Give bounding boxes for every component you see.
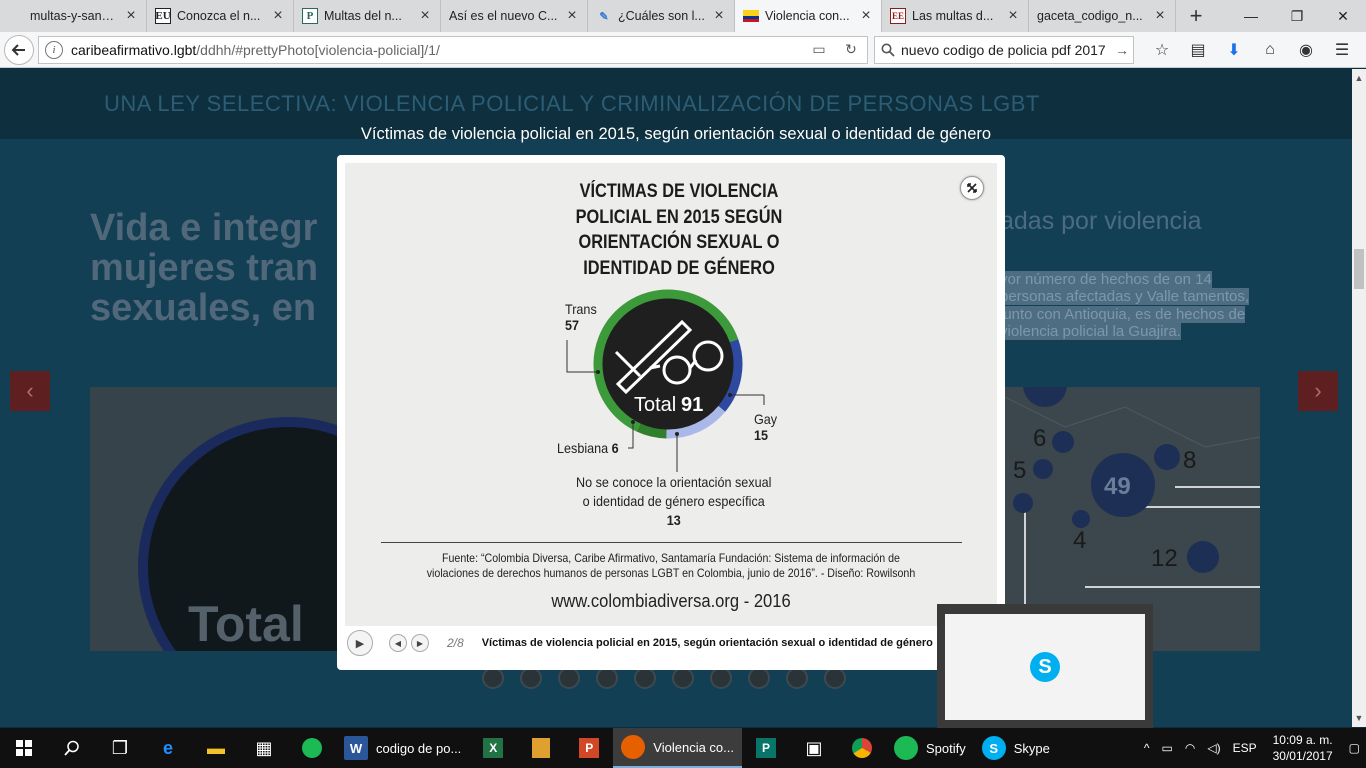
spotify-icon bbox=[894, 736, 918, 760]
taskbar-app-firefox[interactable]: Violencia co... bbox=[613, 728, 742, 768]
taskbar: ❐ e ▬ ▦ W codigo de po... X P Violencia … bbox=[0, 728, 1366, 768]
lightbox-counter: 2/8 bbox=[447, 636, 464, 650]
lightbox-controls: ▶ ◀ ▶ 2/8 Víctimas de violencia policial… bbox=[337, 627, 937, 659]
volume-icon[interactable]: ◁) bbox=[1207, 741, 1220, 755]
chrome-icon[interactable] bbox=[838, 728, 886, 768]
skype-icon: S bbox=[1030, 652, 1060, 682]
start-button[interactable] bbox=[0, 728, 48, 768]
label-lesbiana: Lesbiana 6 bbox=[557, 440, 619, 456]
lightbox-close-button[interactable] bbox=[960, 176, 984, 200]
label-trans: Trans 57 bbox=[565, 301, 597, 333]
tray-overflow-icon[interactable]: ^ bbox=[1144, 741, 1150, 755]
search-icon[interactable] bbox=[48, 728, 96, 768]
infographic-divider bbox=[381, 542, 962, 543]
taskbar-app-word[interactable]: W codigo de po... bbox=[336, 728, 469, 768]
battery-icon[interactable]: ▭ bbox=[1162, 741, 1173, 755]
taskbar-app-spotify[interactable]: Spotify bbox=[886, 728, 974, 768]
lightbox-next-button[interactable]: ▶ bbox=[411, 634, 429, 652]
label-gay: Gay 15 bbox=[754, 411, 778, 443]
word-icon: W bbox=[344, 736, 368, 760]
system-tray: ^ ▭ ◠ ◁) ESP 10:09 a. m. 30/01/2017 ▢ bbox=[1138, 728, 1366, 768]
skype-preview-window[interactable]: S bbox=[937, 604, 1153, 728]
language-indicator[interactable]: ESP bbox=[1233, 741, 1257, 755]
network-app-icon[interactable]: ▣ bbox=[790, 728, 838, 768]
lightbox-caption: Víctimas de violencia policial en 2015, … bbox=[481, 637, 933, 649]
close-icon bbox=[967, 183, 977, 193]
publisher-icon[interactable]: P bbox=[742, 728, 790, 768]
donut-total-value: 91 bbox=[681, 394, 703, 416]
notifications-icon[interactable]: ▢ bbox=[1349, 741, 1360, 755]
clock[interactable]: 10:09 a. m. 30/01/2017 bbox=[1273, 732, 1333, 764]
firefox-icon bbox=[621, 735, 646, 759]
spotify-pinned-icon[interactable] bbox=[288, 728, 336, 768]
edge-icon[interactable]: e bbox=[144, 728, 192, 768]
label-unknown: No se conoce la orientación sexual o ide… bbox=[576, 474, 772, 528]
excel-icon[interactable]: X bbox=[469, 728, 517, 768]
file-explorer-icon[interactable]: ▬ bbox=[192, 728, 240, 768]
infographic-source: Fuente: “Colombia Diversa, Caribe Afirma… bbox=[426, 551, 916, 580]
skype-icon: S bbox=[981, 736, 1006, 760]
wifi-icon[interactable]: ◠ bbox=[1185, 741, 1195, 755]
windows-icon bbox=[16, 740, 32, 756]
slideshow-play-button[interactable]: ▶ bbox=[347, 630, 373, 656]
store-icon[interactable]: ▦ bbox=[240, 728, 288, 768]
taskbar-app-skype[interactable]: S Skype bbox=[974, 728, 1058, 768]
donut-total-label: Total bbox=[634, 394, 676, 416]
archive-icon[interactable] bbox=[517, 728, 565, 768]
powerpoint-icon[interactable]: P bbox=[565, 728, 613, 768]
lightbox-prev-button[interactable]: ◀ bbox=[389, 634, 407, 652]
infographic-url: www.colombiadiversa.org - 2016 bbox=[551, 591, 791, 611]
task-view-icon[interactable]: ❐ bbox=[96, 728, 144, 768]
